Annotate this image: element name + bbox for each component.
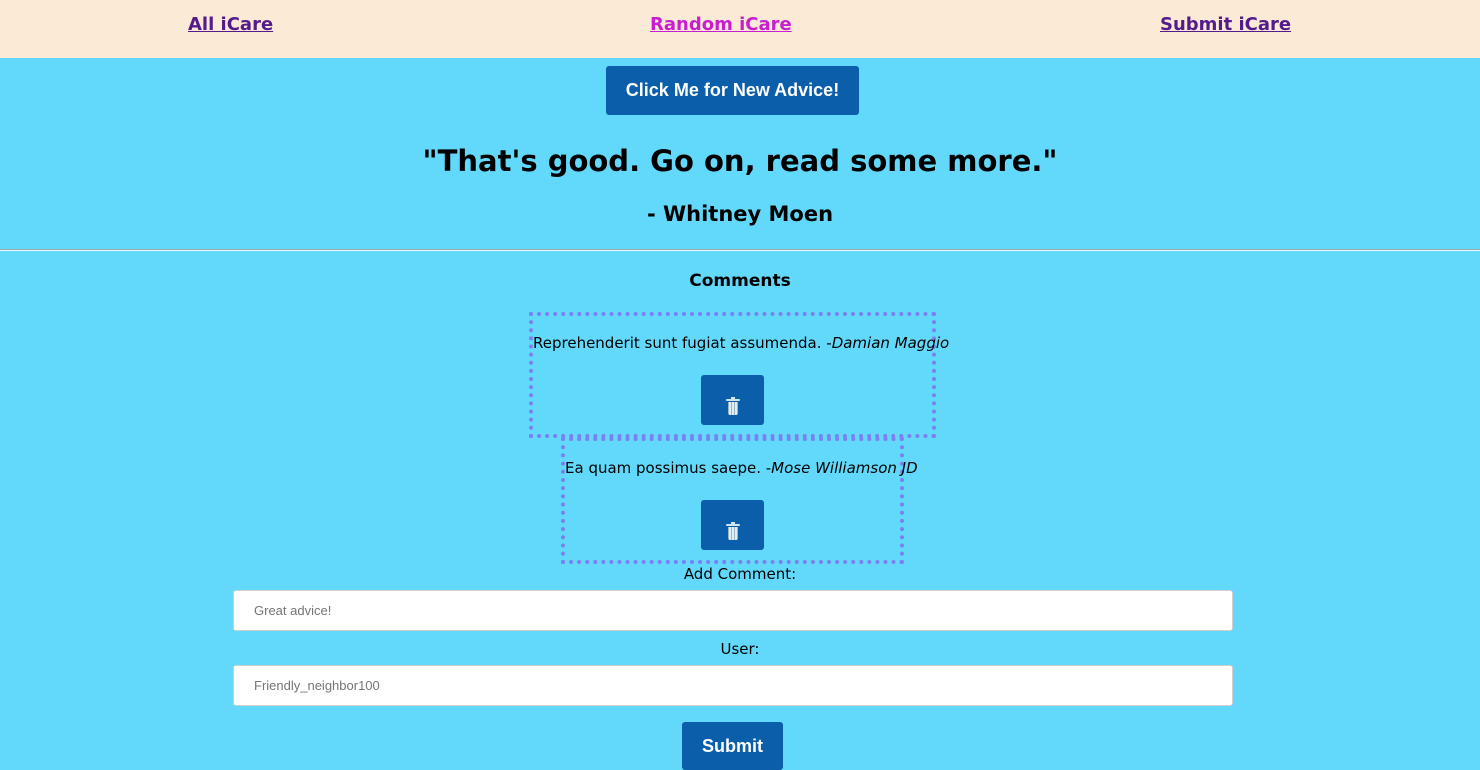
comment-author: Mose Williamson JD	[771, 459, 918, 477]
nav-link-submit-icare[interactable]: Submit iCare	[1160, 14, 1291, 35]
comment-card: Reprehenderit sunt fugiat assumenda. -Da…	[529, 312, 949, 438]
delete-comment-button[interactable]	[701, 500, 764, 550]
comment-body: Ea quam possimus saepe. -	[565, 459, 772, 477]
delete-comment-button[interactable]	[701, 375, 764, 425]
comment-author: Damian Maggio	[831, 334, 950, 352]
add-comment-label: Add Comment:	[683, 565, 797, 583]
submit-button[interactable]: Submit	[682, 722, 783, 770]
nav-link-all-icare[interactable]: All iCare	[188, 14, 273, 35]
trash-icon	[725, 522, 740, 540]
comment-card: Ea quam possimus saepe. -Mose Williamson…	[561, 437, 918, 564]
comment-text: Reprehenderit sunt fugiat assumenda. -Da…	[533, 334, 949, 352]
comment-text: Ea quam possimus saepe. -Mose Williamson…	[565, 459, 918, 477]
trash-icon	[725, 397, 740, 415]
nav-link-random-icare[interactable]: Random iCare	[650, 14, 792, 35]
advice-author: - Whitney Moen	[646, 202, 834, 226]
advice-quote: "That's good. Go on, read some more."	[422, 144, 1058, 178]
top-nav: All iCare Random iCare Submit iCare	[0, 0, 1480, 58]
comment-body: Reprehenderit sunt fugiat assumenda. -	[533, 334, 832, 352]
comment-input[interactable]	[233, 590, 1233, 631]
user-input[interactable]	[233, 665, 1233, 706]
divider	[0, 249, 1480, 251]
comments-heading: Comments	[689, 271, 791, 291]
user-label: User:	[720, 640, 760, 658]
new-advice-button[interactable]: Click Me for New Advice!	[606, 66, 859, 115]
